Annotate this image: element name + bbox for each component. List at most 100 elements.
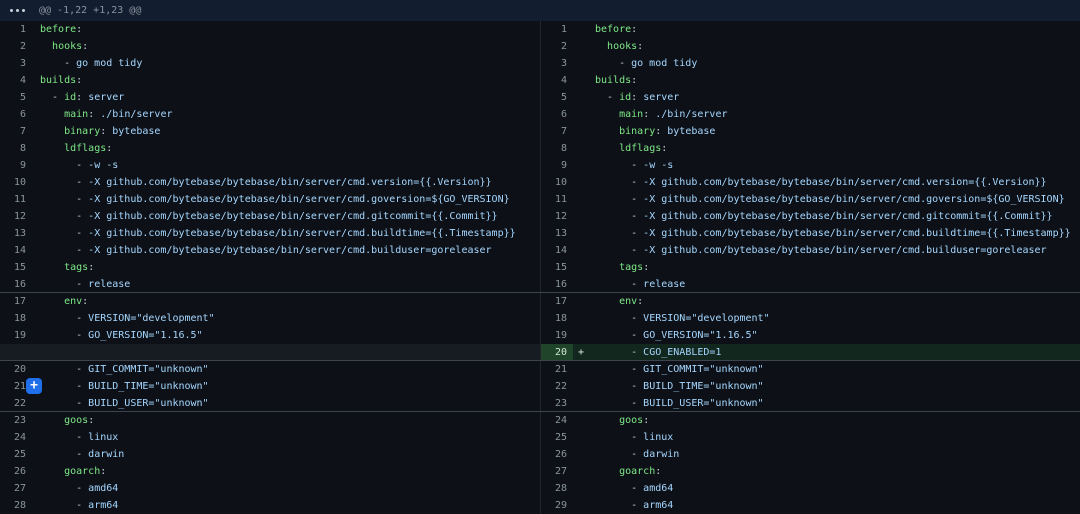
line-number[interactable]: 17 xyxy=(0,293,32,310)
code-token-str: bytebase xyxy=(112,126,160,137)
code-token-pln: - xyxy=(595,194,643,205)
new-file-cell: 17 env: xyxy=(540,293,1080,310)
code-token-key: goarch xyxy=(64,466,100,477)
line-number[interactable]: 11 xyxy=(541,191,573,208)
line-number[interactable]: 26 xyxy=(0,463,32,480)
line-number[interactable]: 20 xyxy=(541,344,573,360)
diff-marker xyxy=(573,497,595,514)
line-number[interactable]: 25 xyxy=(541,429,573,446)
new-file-cell: 18 - VERSION="development" xyxy=(540,310,1080,327)
code-token-pln: - xyxy=(40,364,88,375)
line-number[interactable]: 8 xyxy=(0,140,32,157)
line-number[interactable]: 25 xyxy=(0,446,32,463)
add-comment-button[interactable]: + xyxy=(26,378,42,394)
line-number[interactable]: 2 xyxy=(541,38,573,55)
line-number[interactable]: 27 xyxy=(541,463,573,480)
code-token-pln: : xyxy=(655,466,661,477)
line-number[interactable]: 28 xyxy=(541,480,573,497)
line-number[interactable]: 13 xyxy=(541,225,573,242)
diff-row: 20+ - CGO_ENABLED=1 xyxy=(0,344,1080,361)
line-number[interactable]: 9 xyxy=(0,157,32,174)
code-token-pln: : xyxy=(76,75,82,86)
line-number[interactable]: 10 xyxy=(541,174,573,191)
line-number[interactable]: 4 xyxy=(0,72,32,89)
line-number[interactable]: 24 xyxy=(541,412,573,429)
code-line: - -X github.com/bytebase/bytebase/bin/se… xyxy=(595,174,1080,191)
new-file-cell: 6 main: ./bin/server xyxy=(540,106,1080,123)
line-number[interactable]: 16 xyxy=(541,276,573,292)
code-token-pln: - xyxy=(40,381,88,392)
expand-hunk-button[interactable] xyxy=(0,0,34,21)
line-number[interactable]: 14 xyxy=(541,242,573,259)
code-token-pln xyxy=(595,466,619,477)
line-number[interactable]: 24 xyxy=(0,429,32,446)
line-number[interactable]: 5 xyxy=(541,89,573,106)
line-number[interactable]: 1 xyxy=(541,21,573,38)
code-token-str: linux xyxy=(643,432,673,443)
code-token-str: -X github.com/bytebase/bytebase/bin/serv… xyxy=(88,211,497,222)
old-file-cell: 7 binary: bytebase xyxy=(0,123,540,140)
line-number[interactable]: 3 xyxy=(541,55,573,72)
line-number[interactable]: 18 xyxy=(541,310,573,327)
line-number[interactable]: 3 xyxy=(0,55,32,72)
code-line: - go mod tidy xyxy=(40,55,540,72)
line-number[interactable]: 28 xyxy=(0,497,32,514)
old-file-cell: 4 builds: xyxy=(0,72,540,89)
code-token-pln xyxy=(595,109,619,120)
line-number[interactable]: 19 xyxy=(541,327,573,344)
line-number[interactable]: 19 xyxy=(0,327,32,344)
code-token-str: go mod tidy xyxy=(631,58,697,69)
line-number[interactable]: 22 xyxy=(541,378,573,395)
line-number[interactable]: 15 xyxy=(0,259,32,276)
code-token-key: builds xyxy=(40,75,76,86)
code-token-str: bytebase xyxy=(667,126,715,137)
line-number[interactable]: 12 xyxy=(541,208,573,225)
line-number[interactable]: 23 xyxy=(0,412,32,429)
code-line: binary: bytebase xyxy=(40,123,540,140)
line-number[interactable]: 23 xyxy=(541,395,573,411)
diff-marker xyxy=(573,89,595,106)
line-number[interactable]: 12 xyxy=(0,208,32,225)
line-number[interactable]: 27 xyxy=(0,480,32,497)
new-file-cell: 4builds: xyxy=(540,72,1080,89)
line-number[interactable]: 10 xyxy=(0,174,32,191)
line-number[interactable]: 8 xyxy=(541,140,573,157)
old-file-cell: 14 - -X github.com/bytebase/bytebase/bin… xyxy=(0,242,540,259)
line-number[interactable]: 5 xyxy=(0,89,32,106)
line-number[interactable]: 22 xyxy=(0,395,32,411)
line-number[interactable]: 13 xyxy=(0,225,32,242)
new-file-cell: 26 - darwin xyxy=(540,446,1080,463)
line-number[interactable]: 15 xyxy=(541,259,573,276)
code-line: env: xyxy=(595,293,1080,310)
diff-marker xyxy=(573,293,595,310)
line-number[interactable]: 14 xyxy=(0,242,32,259)
line-number[interactable]: 4 xyxy=(541,72,573,89)
line-number[interactable]: 2 xyxy=(0,38,32,55)
line-number[interactable]: 20 xyxy=(0,361,32,378)
line-number[interactable]: 16 xyxy=(0,276,32,292)
line-number[interactable]: 6 xyxy=(541,106,573,123)
line-number[interactable]: 21 xyxy=(541,361,573,378)
code-token-key: goos xyxy=(64,415,88,426)
line-number[interactable]: 7 xyxy=(541,123,573,140)
line-number[interactable]: 1 xyxy=(0,21,32,38)
code-line: builds: xyxy=(40,72,540,89)
line-number[interactable]: 18 xyxy=(0,310,32,327)
diff-marker xyxy=(32,293,40,310)
diff-marker xyxy=(573,242,595,259)
line-number[interactable]: 26 xyxy=(541,446,573,463)
line-number[interactable]: 6 xyxy=(0,106,32,123)
code-line: - release xyxy=(40,276,540,292)
line-number[interactable]: 7 xyxy=(0,123,32,140)
line-number[interactable]: 9 xyxy=(541,157,573,174)
code-line: goarch: xyxy=(595,463,1080,480)
line-number[interactable]: 11 xyxy=(0,191,32,208)
line-number[interactable]: 29 xyxy=(541,497,573,514)
code-line: - BUILD_TIME="unknown" xyxy=(40,378,540,395)
old-file-cell: 1before: xyxy=(0,21,540,38)
diff-marker xyxy=(32,344,40,360)
line-number[interactable]: 17 xyxy=(541,293,573,310)
code-token-key: binary xyxy=(64,126,100,137)
diff-marker xyxy=(32,310,40,327)
code-token-pln: - xyxy=(40,211,88,222)
